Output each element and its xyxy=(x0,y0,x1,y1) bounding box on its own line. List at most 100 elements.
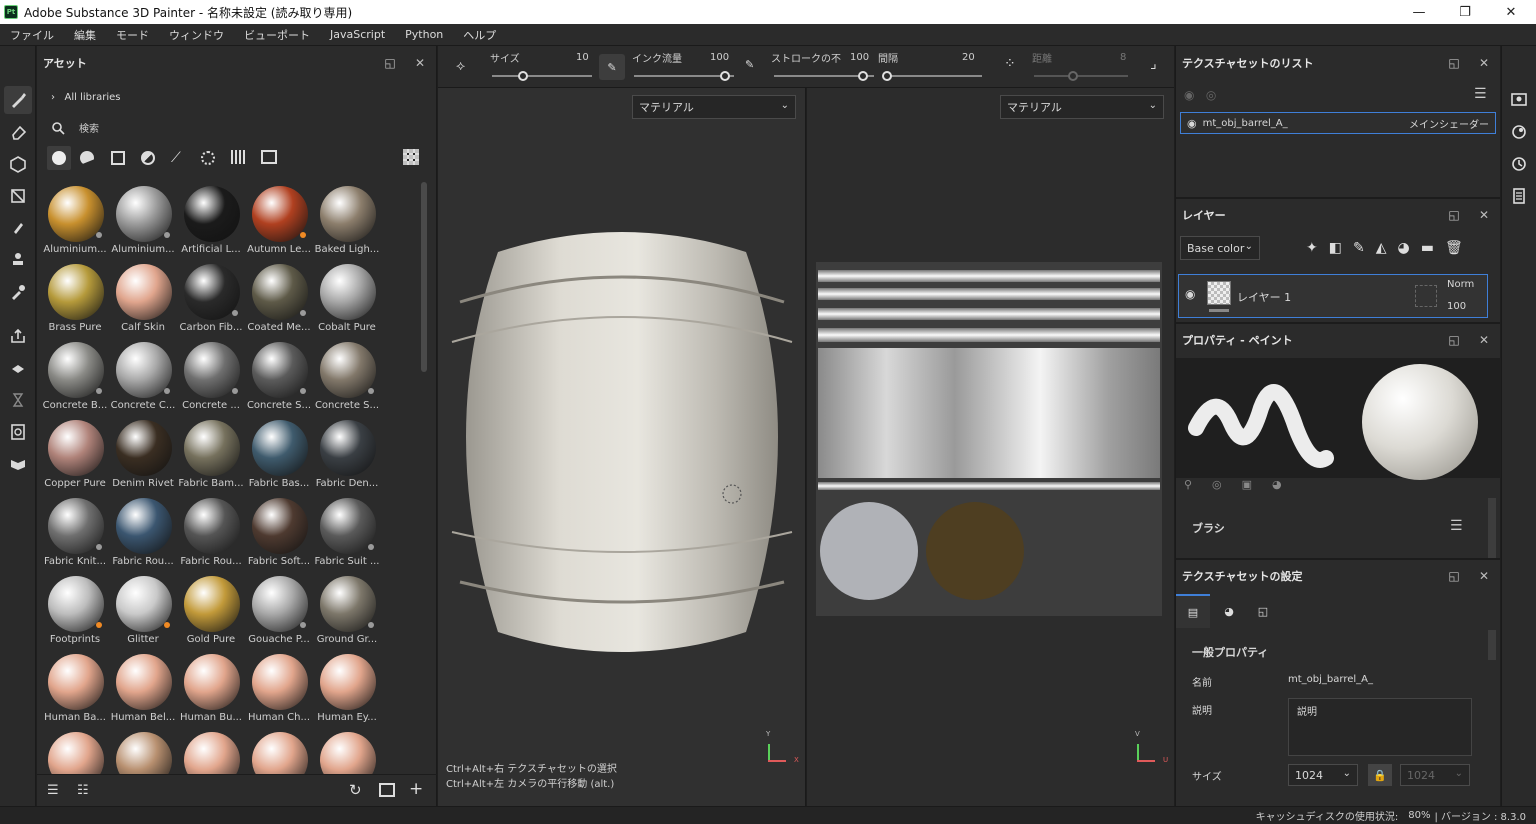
distance-slider[interactable] xyxy=(1068,71,1078,81)
float-icon[interactable]: ◱ xyxy=(380,46,400,80)
search-box[interactable]: 検索 xyxy=(51,120,99,135)
asset-item[interactable]: Human Bel... xyxy=(109,650,177,728)
flow-slider[interactable] xyxy=(720,71,730,81)
filter-materials-icon[interactable] xyxy=(47,146,71,170)
general-properties-title[interactable]: 一般プロパティ xyxy=(1192,644,1268,660)
add-effect-icon[interactable]: ✦ xyxy=(1306,240,1329,256)
flow-value[interactable]: 100 xyxy=(710,52,729,63)
asset-item[interactable]: Fabric Knit... xyxy=(41,494,109,572)
clone-stamp-icon[interactable] xyxy=(4,246,32,274)
size-value[interactable]: 10 xyxy=(576,52,589,63)
eye-icon[interactable]: ◉ xyxy=(1187,117,1197,130)
asset-item[interactable]: Brass Pure xyxy=(41,260,109,338)
asset-item[interactable]: Carbon Fib... xyxy=(177,260,245,338)
asset-item[interactable]: Aluminium... xyxy=(109,182,177,260)
folder-icon[interactable] xyxy=(379,783,395,797)
color-picker-icon[interactable] xyxy=(4,278,32,306)
asset-item[interactable]: Fabric Bam... xyxy=(177,416,245,494)
layer-opacity[interactable]: 100 xyxy=(1447,301,1466,312)
asset-item[interactable]: Footprints xyxy=(41,572,109,650)
asset-item[interactable]: Gouache P... xyxy=(245,572,313,650)
menu-javascript[interactable]: JavaScript xyxy=(320,28,395,41)
asset-item[interactable]: Concrete S... xyxy=(313,338,381,416)
filter-environments-icon[interactable] xyxy=(261,150,277,164)
stroke-value[interactable]: 100 xyxy=(850,52,869,63)
material-dropdown-3d[interactable]: マテリアル ⌄ xyxy=(632,95,796,119)
menu-edit[interactable]: 編集 xyxy=(64,27,106,43)
log-icon[interactable] xyxy=(1505,182,1533,210)
close-icon[interactable]: ✕ xyxy=(410,46,430,80)
viewport-3d[interactable]: マテリアル ⌄ Ctrl+Alt+右 テクスチャセットの選択 Ctrl+Alt+… xyxy=(438,88,806,806)
asset-item[interactable]: Concrete ... xyxy=(177,338,245,416)
add-paint-layer-icon[interactable]: ✎ xyxy=(1353,240,1376,256)
filter-smart-materials-icon[interactable] xyxy=(80,151,94,165)
refresh-icon[interactable]: ↻ xyxy=(349,781,362,799)
lazy-mouse-icon[interactable]: ⁘ xyxy=(1004,56,1016,72)
asset-item[interactable] xyxy=(109,728,177,774)
history-icon[interactable] xyxy=(1505,150,1533,178)
close-button[interactable]: ✕ xyxy=(1488,0,1534,24)
asset-item[interactable]: Calf Skin xyxy=(109,260,177,338)
spacing-slider[interactable] xyxy=(882,71,892,81)
size-dropdown-2[interactable]: 1024 ⌄ xyxy=(1400,764,1470,786)
eye-icon[interactable]: ◉ xyxy=(1185,287,1195,301)
filter-brushes-icon[interactable]: ⟋ xyxy=(171,150,181,166)
menu-lines-icon[interactable]: ☰ xyxy=(1450,518,1463,534)
asset-item[interactable]: Aluminium... xyxy=(41,182,109,260)
asset-item[interactable]: Copper Pure xyxy=(41,416,109,494)
menu-window[interactable]: ウィンドウ xyxy=(159,27,234,43)
properties-scrollbar[interactable] xyxy=(1488,498,1496,558)
asset-item[interactable]: Human Ba... xyxy=(41,650,109,728)
brush-section-title[interactable]: ブラシ xyxy=(1192,520,1225,536)
menu-viewport[interactable]: ビューポート xyxy=(234,27,320,43)
asset-item[interactable]: Concrete C... xyxy=(109,338,177,416)
asset-item[interactable] xyxy=(313,728,381,774)
menu-file[interactable]: ファイル xyxy=(0,27,64,43)
menu-lines-icon[interactable]: ☰ xyxy=(1474,86,1487,102)
asset-item[interactable]: Human Ey... xyxy=(313,650,381,728)
maximize-button[interactable]: ❐ xyxy=(1442,0,1488,24)
list-view-icon[interactable]: ☰ xyxy=(47,783,59,798)
polygon-fill-icon[interactable] xyxy=(4,182,32,210)
add-folder-icon[interactable]: ▬ xyxy=(1421,240,1445,256)
asset-item[interactable]: Fabric Bas... xyxy=(245,416,313,494)
asset-item[interactable]: Human Ch... xyxy=(245,650,313,728)
assets-scrollbar[interactable] xyxy=(421,182,427,372)
export-icon[interactable] xyxy=(4,322,32,350)
viewport-2d[interactable]: マテリアル ⌄ V U xyxy=(807,88,1174,806)
asset-item[interactable]: Coated Me... xyxy=(245,260,313,338)
size-slider[interactable] xyxy=(518,71,528,81)
spacing-value[interactable]: 20 xyxy=(962,52,975,63)
search-input[interactable]: 検索 xyxy=(79,120,99,135)
menu-mode[interactable]: モード xyxy=(106,27,159,43)
float-icon[interactable]: ◱ xyxy=(1444,46,1464,80)
close-icon[interactable]: ✕ xyxy=(1474,198,1494,232)
book-icon[interactable] xyxy=(4,450,32,478)
close-icon[interactable]: ✕ xyxy=(1474,323,1494,357)
asset-item[interactable]: Ground Gr... xyxy=(313,572,381,650)
menu-help[interactable]: ヘルプ xyxy=(453,27,506,43)
asset-item[interactable]: Concrete S... xyxy=(245,338,313,416)
asset-item[interactable]: Glitter xyxy=(109,572,177,650)
asset-item[interactable]: Fabric Rou... xyxy=(109,494,177,572)
symmetry-icon[interactable]: ⟡ xyxy=(456,58,465,74)
hourglass-icon[interactable] xyxy=(4,386,32,414)
properties-tabs[interactable]: ⚲◎▣◕ xyxy=(1184,478,1494,492)
asset-item[interactable]: Human Bu... xyxy=(177,650,245,728)
asset-item[interactable]: Cobalt Pure xyxy=(313,260,381,338)
float-icon[interactable]: ◱ xyxy=(1444,323,1464,357)
asset-item[interactable] xyxy=(177,728,245,774)
eraser-icon[interactable] xyxy=(4,118,32,146)
asset-item[interactable]: Fabric Den... xyxy=(313,416,381,494)
layer-row[interactable]: ◉ レイヤー 1 Norm 100 xyxy=(1178,274,1488,318)
breadcrumb[interactable]: › All libraries xyxy=(51,92,121,103)
add-mask-icon[interactable]: ◧ xyxy=(1329,240,1353,256)
blend-mode[interactable]: Norm xyxy=(1447,279,1474,290)
filter-masks-icon[interactable] xyxy=(111,151,125,165)
bake-icon[interactable] xyxy=(4,354,32,382)
description-field[interactable]: 説明 xyxy=(1288,698,1472,756)
tab-uv-icon[interactable]: ◱ xyxy=(1246,594,1280,628)
texture-settings-scrollbar[interactable] xyxy=(1488,630,1496,660)
add-fill-layer-icon[interactable]: ◭ xyxy=(1376,240,1398,256)
asset-item[interactable]: Denim Rivet xyxy=(109,416,177,494)
